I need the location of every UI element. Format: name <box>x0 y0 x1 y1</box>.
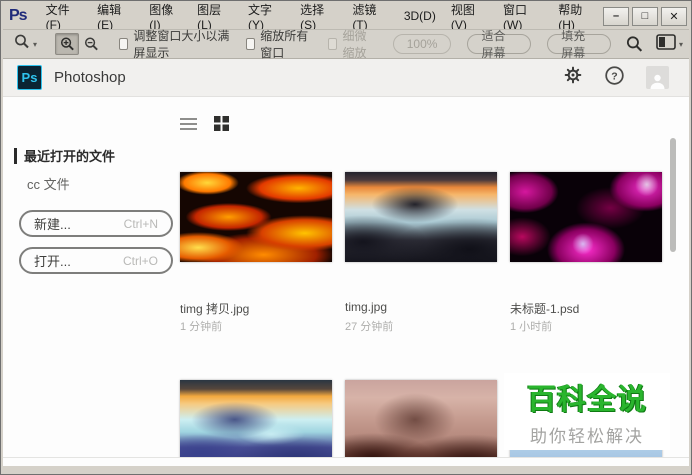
user-avatar[interactable] <box>646 66 669 89</box>
new-file-button[interactable]: 新建... Ctrl+N <box>19 210 173 237</box>
list-view-icon[interactable] <box>180 115 197 132</box>
recent-files-area: 最近打开的文件 cc 文件 新建... Ctrl+N 打开... Ctrl+O … <box>3 97 689 458</box>
zoom-out-button[interactable] <box>79 33 103 55</box>
file-name[interactable]: 未标题-1.psd <box>510 300 579 317</box>
ps-titlebar-logo: Ps <box>9 7 28 24</box>
file-time: 1 小时前 <box>510 321 553 333</box>
sidebar-item-recent-files[interactable]: 最近打开的文件 <box>14 146 115 165</box>
chevron-down-icon: ▾ <box>678 39 683 49</box>
title-bar: Ps 文件(F) 编辑(E) 图像(I) 图层(L) 文字(Y) 选择(S) 滤… <box>3 3 689 32</box>
menu-3d[interactable]: 3D(D) <box>397 6 443 26</box>
magnifier-icon <box>13 33 31 56</box>
file-thumbnail-row2-1[interactable] <box>180 380 332 457</box>
window-controls: – □ ✕ <box>603 6 687 26</box>
watermark-title: 百科全说 <box>526 384 647 416</box>
fit-screen-button[interactable]: 适合屏幕 <box>467 29 532 60</box>
gear-icon[interactable] <box>563 65 583 90</box>
start-screen: 最近打开的文件 cc 文件 新建... Ctrl+N 打开... Ctrl+O … <box>3 97 689 466</box>
checkbox-icon <box>328 38 338 50</box>
file-time: 1 分钟前 <box>180 321 223 333</box>
photoshop-window: Ps 文件(F) 编辑(E) 图像(I) 图层(L) 文字(Y) 选择(S) 滤… <box>0 0 692 475</box>
tool-options-bar: ▾ 调整窗口大小以满屏显示 缩放所有窗口 细微缩放 100% 适合屏幕 填充屏幕 <box>3 27 689 61</box>
file-thumbnail-timg[interactable] <box>345 172 497 262</box>
search-icon[interactable] <box>625 35 644 54</box>
file-name[interactable]: timg.jpg <box>345 300 387 314</box>
open-file-button[interactable]: 打开... Ctrl+O <box>19 247 173 274</box>
file-time: 27 分钟前 <box>345 321 394 333</box>
sidebar-item-cc-files[interactable]: cc 文件 <box>27 174 70 193</box>
zoom-all-windows-checkbox[interactable]: 缩放所有窗口 <box>246 27 312 61</box>
vertical-scrollbar[interactable] <box>670 138 676 252</box>
resize-window-checkbox[interactable]: 调整窗口大小以满屏显示 <box>119 27 230 61</box>
file-thumbnail-row2-2[interactable] <box>345 380 497 457</box>
watermark: 百科全说 助你轻松解决 <box>504 373 670 450</box>
shortcut-label: Ctrl+N <box>123 216 158 231</box>
file-name[interactable]: timg 拷贝.jpg <box>180 300 249 317</box>
watermark-subtitle: 助你轻松解决 <box>530 427 644 446</box>
checkbox-icon <box>119 38 129 50</box>
grid-view-icon[interactable] <box>213 115 230 132</box>
zoom-tool-preset[interactable]: ▾ <box>9 31 41 58</box>
maximize-button[interactable]: □ <box>632 6 658 26</box>
home-title: Photoshop <box>54 69 126 86</box>
file-thumbnail-timg-copy[interactable] <box>180 172 332 262</box>
help-icon[interactable]: ? <box>604 65 625 91</box>
view-toggles <box>180 115 230 132</box>
actual-pixels-button: 100% <box>392 34 452 54</box>
active-indicator <box>14 147 17 164</box>
chevron-down-icon: ▾ <box>33 39 38 49</box>
zoom-in-button[interactable] <box>55 33 80 55</box>
close-button[interactable]: ✕ <box>661 6 687 26</box>
shortcut-label: Ctrl+O <box>122 253 158 268</box>
fill-screen-button[interactable]: 填充屏幕 <box>547 29 611 60</box>
scrubby-zoom-checkbox: 细微缩放 <box>328 27 376 61</box>
file-thumbnail-untitled1[interactable] <box>510 172 662 262</box>
home-header: Ps Photoshop ? <box>3 59 689 97</box>
workspace-switcher[interactable]: ▾ <box>656 33 683 55</box>
workspace-icon <box>656 33 676 55</box>
checkbox-icon <box>246 38 256 50</box>
photoshop-app-icon: Ps <box>17 65 42 90</box>
minimize-button[interactable]: – <box>603 6 629 26</box>
svg-text:?: ? <box>611 70 617 82</box>
